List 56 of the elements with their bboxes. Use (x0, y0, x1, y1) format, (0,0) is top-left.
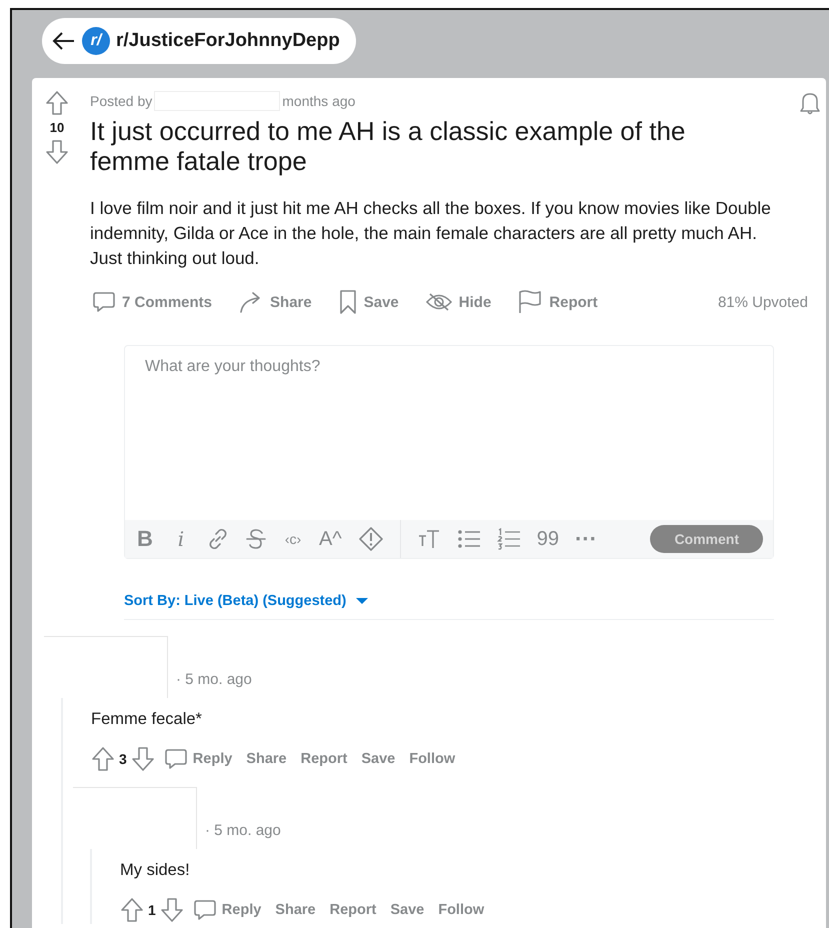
crossed-eye-icon (424, 292, 453, 312)
sort-dropdown[interactable]: Sort By: Live (Beta) (Suggested) (124, 593, 368, 609)
vote-score: 10 (50, 120, 64, 135)
comment-text: Femme fecale* (91, 709, 203, 729)
more-button[interactable]: ··· (574, 526, 597, 552)
vote-score: 3 (119, 751, 127, 767)
vote-score: 1 (148, 902, 156, 918)
italic-button[interactable]: i (171, 527, 191, 551)
save-button[interactable]: Save (336, 287, 401, 317)
upvote-icon[interactable] (120, 897, 144, 923)
back-icon[interactable] (52, 31, 76, 51)
comment-action-button[interactable]: Follow (433, 902, 490, 918)
post-body: I love film noir and it just hit me AH checks all the boxes. If you know movies like Double indemnity, Gilda or Ace in the hole, the main female characters are all pretty much AH. Just thinking out loud. (90, 197, 772, 270)
post-age: months ago (282, 93, 356, 109)
speech-bubble-icon (92, 290, 116, 314)
spoiler-icon[interactable] (358, 526, 384, 552)
comment-action-button[interactable]: Follow (404, 751, 460, 767)
bookmark-icon (338, 289, 358, 315)
reply-button[interactable]: Reply (158, 747, 238, 771)
bold-button[interactable]: B (135, 526, 155, 552)
comment-action-button[interactable]: Share (241, 751, 292, 767)
reply-button[interactable]: Reply (188, 898, 266, 922)
code-button[interactable]: ‹c› (283, 531, 303, 547)
report-button[interactable]: Report (515, 287, 600, 317)
superscript-button[interactable]: A^ (319, 528, 342, 550)
posted-by-label: Posted by (90, 93, 152, 109)
subreddit-avatar[interactable]: r/ (82, 27, 110, 55)
heading-icon[interactable] (416, 527, 441, 551)
upvote-icon[interactable] (91, 746, 115, 772)
comments-button[interactable]: 7 Comments (90, 288, 214, 316)
comment-action-button[interactable]: Share (270, 902, 321, 918)
comment-action-button[interactable]: Report (324, 902, 382, 918)
downvote-icon[interactable] (160, 897, 184, 923)
comment-action-button[interactable]: Save (356, 751, 400, 767)
comment-action-button[interactable]: Save (385, 902, 430, 918)
link-icon[interactable] (207, 527, 229, 551)
caret-icon (356, 597, 368, 605)
upvote-icon[interactable] (45, 90, 69, 116)
bullet-list-icon[interactable] (456, 528, 481, 550)
share-button[interactable]: Share (236, 288, 314, 316)
numbered-list-icon[interactable] (496, 528, 521, 550)
comment-text: My sides! (120, 860, 191, 880)
comment-age: · 5 mo. ago (176, 671, 252, 688)
speech-bubble-icon (164, 747, 188, 771)
upvote-ratio: 81% Upvoted (718, 294, 808, 310)
quote-button[interactable]: 99 (536, 528, 559, 550)
flag-icon (517, 289, 544, 315)
speech-bubble-icon (192, 898, 217, 922)
hide-button[interactable]: Hide (422, 290, 494, 314)
strikethrough-icon[interactable] (245, 527, 267, 551)
comment-age: · 5 mo. ago (205, 822, 281, 839)
downvote-icon[interactable] (130, 746, 155, 772)
subreddit-name[interactable]: r/JusticeForJohnnyDepp (116, 30, 340, 52)
post-title: It just occurred to me AH is a classic example of the femme fatale trope (90, 116, 686, 176)
downvote-icon[interactable] (45, 139, 69, 165)
comment-action-button[interactable]: Report (296, 751, 352, 767)
